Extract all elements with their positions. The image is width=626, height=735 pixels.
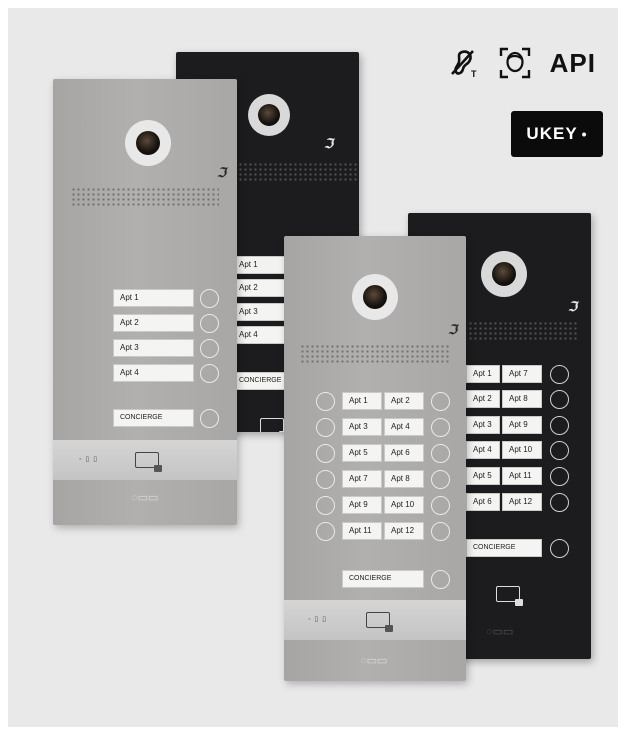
apartment-label[interactable]: Apt 4 — [466, 441, 500, 459]
apartment-label[interactable]: Apt 8 — [384, 470, 424, 488]
hearing-loop-icon: ℑ — [217, 165, 227, 180]
hearing-loop-icon: ℑ — [324, 136, 334, 151]
rfid-reader-icon — [260, 418, 287, 432]
call-button[interactable] — [200, 289, 219, 308]
face-recognition-icon — [498, 46, 532, 80]
call-button[interactable] — [431, 522, 450, 541]
apartment-label[interactable]: Apt 11 — [502, 467, 542, 485]
hearing-loop-icon: T — [446, 46, 480, 80]
brand-logo: ○▭▭ — [131, 492, 159, 504]
call-button[interactable] — [200, 364, 219, 383]
call-button[interactable] — [431, 470, 450, 489]
apartment-label[interactable]: Apt 7 — [502, 365, 542, 383]
call-button[interactable] — [316, 418, 335, 437]
camera-icon — [248, 94, 290, 136]
ukey-dot: • — [581, 126, 588, 142]
call-button[interactable] — [316, 392, 335, 411]
call-button[interactable] — [431, 418, 450, 437]
apartment-label[interactable]: Apt 4 — [113, 364, 194, 382]
call-button[interactable] — [431, 444, 450, 463]
call-button[interactable] — [550, 416, 569, 435]
brand-logo: ○▭▭ — [486, 626, 514, 638]
brand-logo: ○▭▭ — [360, 655, 388, 667]
api-label: API — [549, 47, 596, 78]
call-button[interactable] — [550, 493, 569, 512]
apartment-label[interactable]: Apt 7 — [342, 470, 382, 488]
apartment-label[interactable]: Apt 1 — [466, 365, 500, 383]
intercom-panel-silver-4: ℑ Apt 1 Apt 2 Apt 3 Apt 4 CONCIERGE ◦ ▯ … — [53, 79, 237, 525]
apartment-label[interactable]: Apt 3 — [342, 418, 382, 436]
camera-icon — [125, 120, 171, 166]
concierge-label[interactable]: CONCIERGE — [113, 409, 194, 427]
status-indicators: ◦ ▯ ▯ — [79, 456, 99, 463]
rfid-reader-icon — [366, 612, 393, 632]
call-button[interactable] — [316, 522, 335, 541]
call-button[interactable] — [200, 314, 219, 333]
concierge-label[interactable]: CONCIERGE — [342, 570, 424, 588]
camera-icon — [352, 274, 398, 320]
call-button[interactable] — [550, 390, 569, 409]
speaker-grille — [300, 344, 450, 364]
camera-icon — [481, 251, 527, 297]
apartment-label[interactable]: Apt 3 — [466, 416, 500, 434]
rfid-reader-icon — [135, 452, 162, 472]
speaker-grille — [71, 187, 219, 207]
apartment-label[interactable]: Apt 10 — [502, 441, 542, 459]
product-photo: T API UKEY • ℑ Apt 1 Apt 2 Apt 3 Apt 4 C… — [8, 8, 618, 727]
apartment-label[interactable]: Apt 2 — [113, 314, 194, 332]
feature-icons: T API — [446, 46, 596, 80]
status-strip: ◦ ▯ ▯ — [284, 600, 466, 640]
apartment-label[interactable]: Apt 2 — [384, 392, 424, 410]
apartment-label[interactable]: Apt 5 — [466, 467, 500, 485]
rfid-reader-icon — [496, 586, 523, 606]
intercom-panel-silver-12: ℑ Apt 1 Apt 2 Apt 3 Apt 4 Apt 5 Apt 6 Ap… — [284, 236, 466, 681]
apartment-label[interactable]: Apt 4 — [384, 418, 424, 436]
hearing-loop-icon: ℑ — [448, 322, 458, 337]
apartment-label[interactable]: Apt 3 — [113, 339, 194, 357]
call-button[interactable] — [431, 392, 450, 411]
apartment-label[interactable]: Apt 12 — [384, 522, 424, 540]
apartment-label[interactable]: Apt 1 — [113, 289, 194, 307]
call-button[interactable] — [316, 496, 335, 515]
status-indicators: ◦ ▯ ▯ — [308, 616, 328, 623]
apartment-label[interactable]: Apt 5 — [342, 444, 382, 462]
apartment-label[interactable]: Apt 1 — [342, 392, 382, 410]
apartment-label[interactable]: Apt 2 — [466, 390, 500, 408]
call-button[interactable] — [431, 496, 450, 515]
svg-text:T: T — [471, 69, 477, 79]
speaker-grille — [468, 321, 578, 341]
call-button[interactable] — [550, 441, 569, 460]
call-button[interactable] — [200, 409, 219, 428]
concierge-label[interactable]: CONCIERGE — [466, 539, 542, 557]
call-button[interactable] — [550, 467, 569, 486]
call-button[interactable] — [316, 444, 335, 463]
status-strip: ◦ ▯ ▯ — [53, 440, 237, 480]
apartment-label[interactable]: Apt 10 — [384, 496, 424, 514]
apartment-label[interactable]: Apt 9 — [502, 416, 542, 434]
apartment-label[interactable]: Apt 11 — [342, 522, 382, 540]
hearing-loop-icon: ℑ — [568, 299, 578, 314]
call-button[interactable] — [550, 365, 569, 384]
apartment-label[interactable]: Apt 6 — [384, 444, 424, 462]
call-button[interactable] — [550, 539, 569, 558]
call-button[interactable] — [200, 339, 219, 358]
apartment-label[interactable]: Apt 8 — [502, 390, 542, 408]
call-button[interactable] — [431, 570, 450, 589]
call-button[interactable] — [316, 470, 335, 489]
apartment-label[interactable]: Apt 12 — [502, 493, 542, 511]
ukey-label: UKEY — [526, 124, 578, 143]
apartment-label[interactable]: Apt 9 — [342, 496, 382, 514]
ukey-badge: UKEY • — [511, 111, 603, 157]
speaker-grille — [238, 162, 359, 182]
apartment-label[interactable]: Apt 6 — [466, 493, 500, 511]
